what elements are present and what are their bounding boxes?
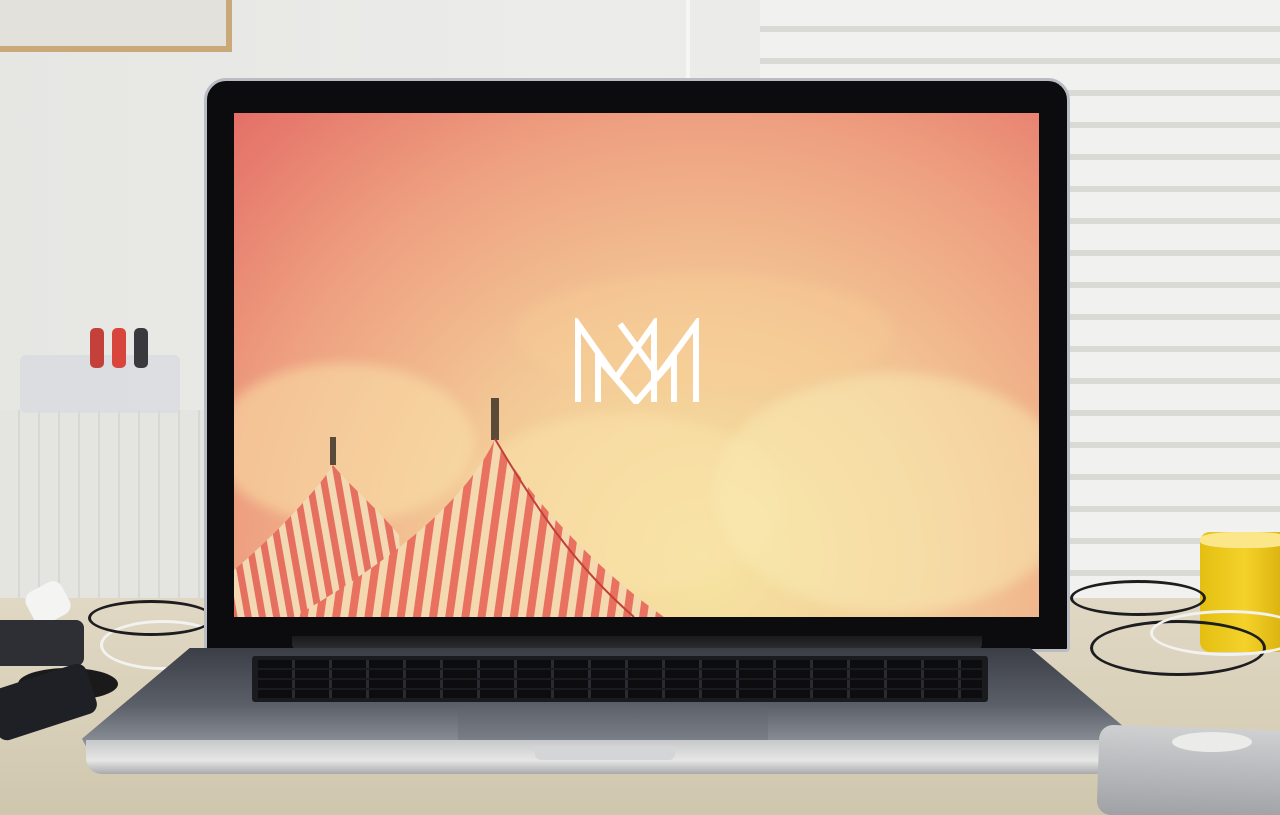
phone	[0, 620, 84, 666]
key-row	[258, 660, 982, 668]
circus-tents-image	[234, 398, 664, 617]
cloud	[514, 273, 894, 393]
red-marker	[112, 328, 126, 368]
laptop-hinge	[292, 636, 982, 650]
door-edge	[686, 0, 690, 80]
picture-frame	[0, 0, 232, 52]
cloud	[714, 373, 1039, 613]
click-wheel	[1172, 732, 1252, 752]
photo-scene	[0, 0, 1280, 815]
red-marker	[90, 328, 104, 368]
key-row	[258, 680, 982, 688]
key-row	[258, 670, 982, 678]
key-row	[258, 690, 982, 698]
side-cabinet	[0, 410, 205, 610]
laptop-notch	[535, 746, 675, 760]
black-cable	[1070, 580, 1206, 616]
tent-pole	[330, 437, 336, 465]
dark-marker	[134, 328, 148, 368]
tent-pole	[491, 398, 499, 440]
mm-logo-icon	[575, 318, 699, 404]
tape-roll-top	[1200, 532, 1280, 548]
keyboard	[252, 656, 988, 702]
black-cable	[88, 600, 214, 636]
